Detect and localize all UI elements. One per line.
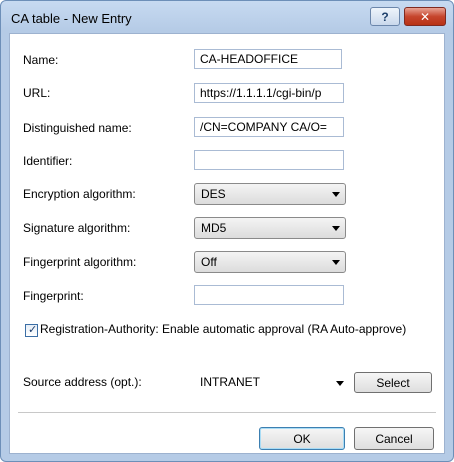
signature-algorithm-value: MD5 — [201, 221, 227, 235]
checkmark-icon: ✓ — [28, 324, 38, 336]
fingerprint-field[interactable] — [194, 285, 344, 305]
source-address-value: INTRANET — [200, 375, 260, 389]
help-icon: ? — [381, 9, 389, 24]
close-icon: ✕ — [419, 9, 431, 24]
dialog-content: Name: CA-HEADOFFICE URL: https://1.1.1.1… — [9, 33, 445, 454]
identifier-label: Identifier: — [23, 154, 73, 168]
close-button[interactable]: ✕ — [404, 7, 446, 26]
separator — [18, 412, 436, 413]
select-button-label: Select — [376, 375, 410, 390]
ok-button[interactable]: OK — [259, 427, 345, 450]
encryption-algorithm-label: Encryption algorithm: — [23, 187, 136, 201]
dialog-window: CA table - New Entry ? ✕ Name: CA-HEADOF… — [0, 0, 454, 462]
fingerprint-algorithm-value: Off — [201, 255, 217, 269]
select-button[interactable]: Select — [354, 372, 432, 393]
source-address-label: Source address (opt.): — [23, 375, 142, 389]
title-bar: CA table - New Entry ? ✕ — [1, 1, 453, 35]
url-label: URL: — [23, 86, 51, 100]
distinguished-name-label: Distinguished name: — [23, 121, 132, 135]
ok-button-label: OK — [293, 431, 311, 446]
chevron-down-icon — [332, 260, 340, 265]
ra-auto-approve-label: Registration-Authority: Enable automatic… — [40, 322, 407, 336]
chevron-down-icon — [332, 226, 340, 231]
encryption-algorithm-value: DES — [201, 187, 226, 201]
fingerprint-algorithm-label: Fingerprint algorithm: — [23, 255, 137, 269]
url-field[interactable]: https://1.1.1.1/cgi-bin/p — [194, 83, 344, 103]
cancel-button[interactable]: Cancel — [354, 427, 434, 450]
signature-algorithm-select[interactable]: MD5 — [194, 217, 346, 239]
fingerprint-algorithm-select[interactable]: Off — [194, 251, 346, 273]
signature-algorithm-label: Signature algorithm: — [23, 221, 131, 235]
distinguished-name-field[interactable]: /CN=COMPANY CA/O= — [194, 117, 344, 137]
identifier-field[interactable] — [194, 150, 344, 170]
chevron-down-icon — [332, 192, 340, 197]
cancel-button-label: Cancel — [375, 431, 413, 446]
fingerprint-label: Fingerprint: — [23, 289, 84, 303]
source-address-combo[interactable]: INTRANET — [194, 372, 348, 392]
name-label: Name: — [23, 53, 59, 67]
help-button[interactable]: ? — [370, 7, 400, 26]
ra-auto-approve-checkbox[interactable]: ✓ — [25, 324, 38, 337]
chevron-down-icon — [336, 381, 344, 386]
name-field[interactable]: CA-HEADOFFICE — [194, 49, 342, 69]
encryption-algorithm-select[interactable]: DES — [194, 183, 346, 205]
window-title: CA table - New Entry — [11, 11, 132, 26]
